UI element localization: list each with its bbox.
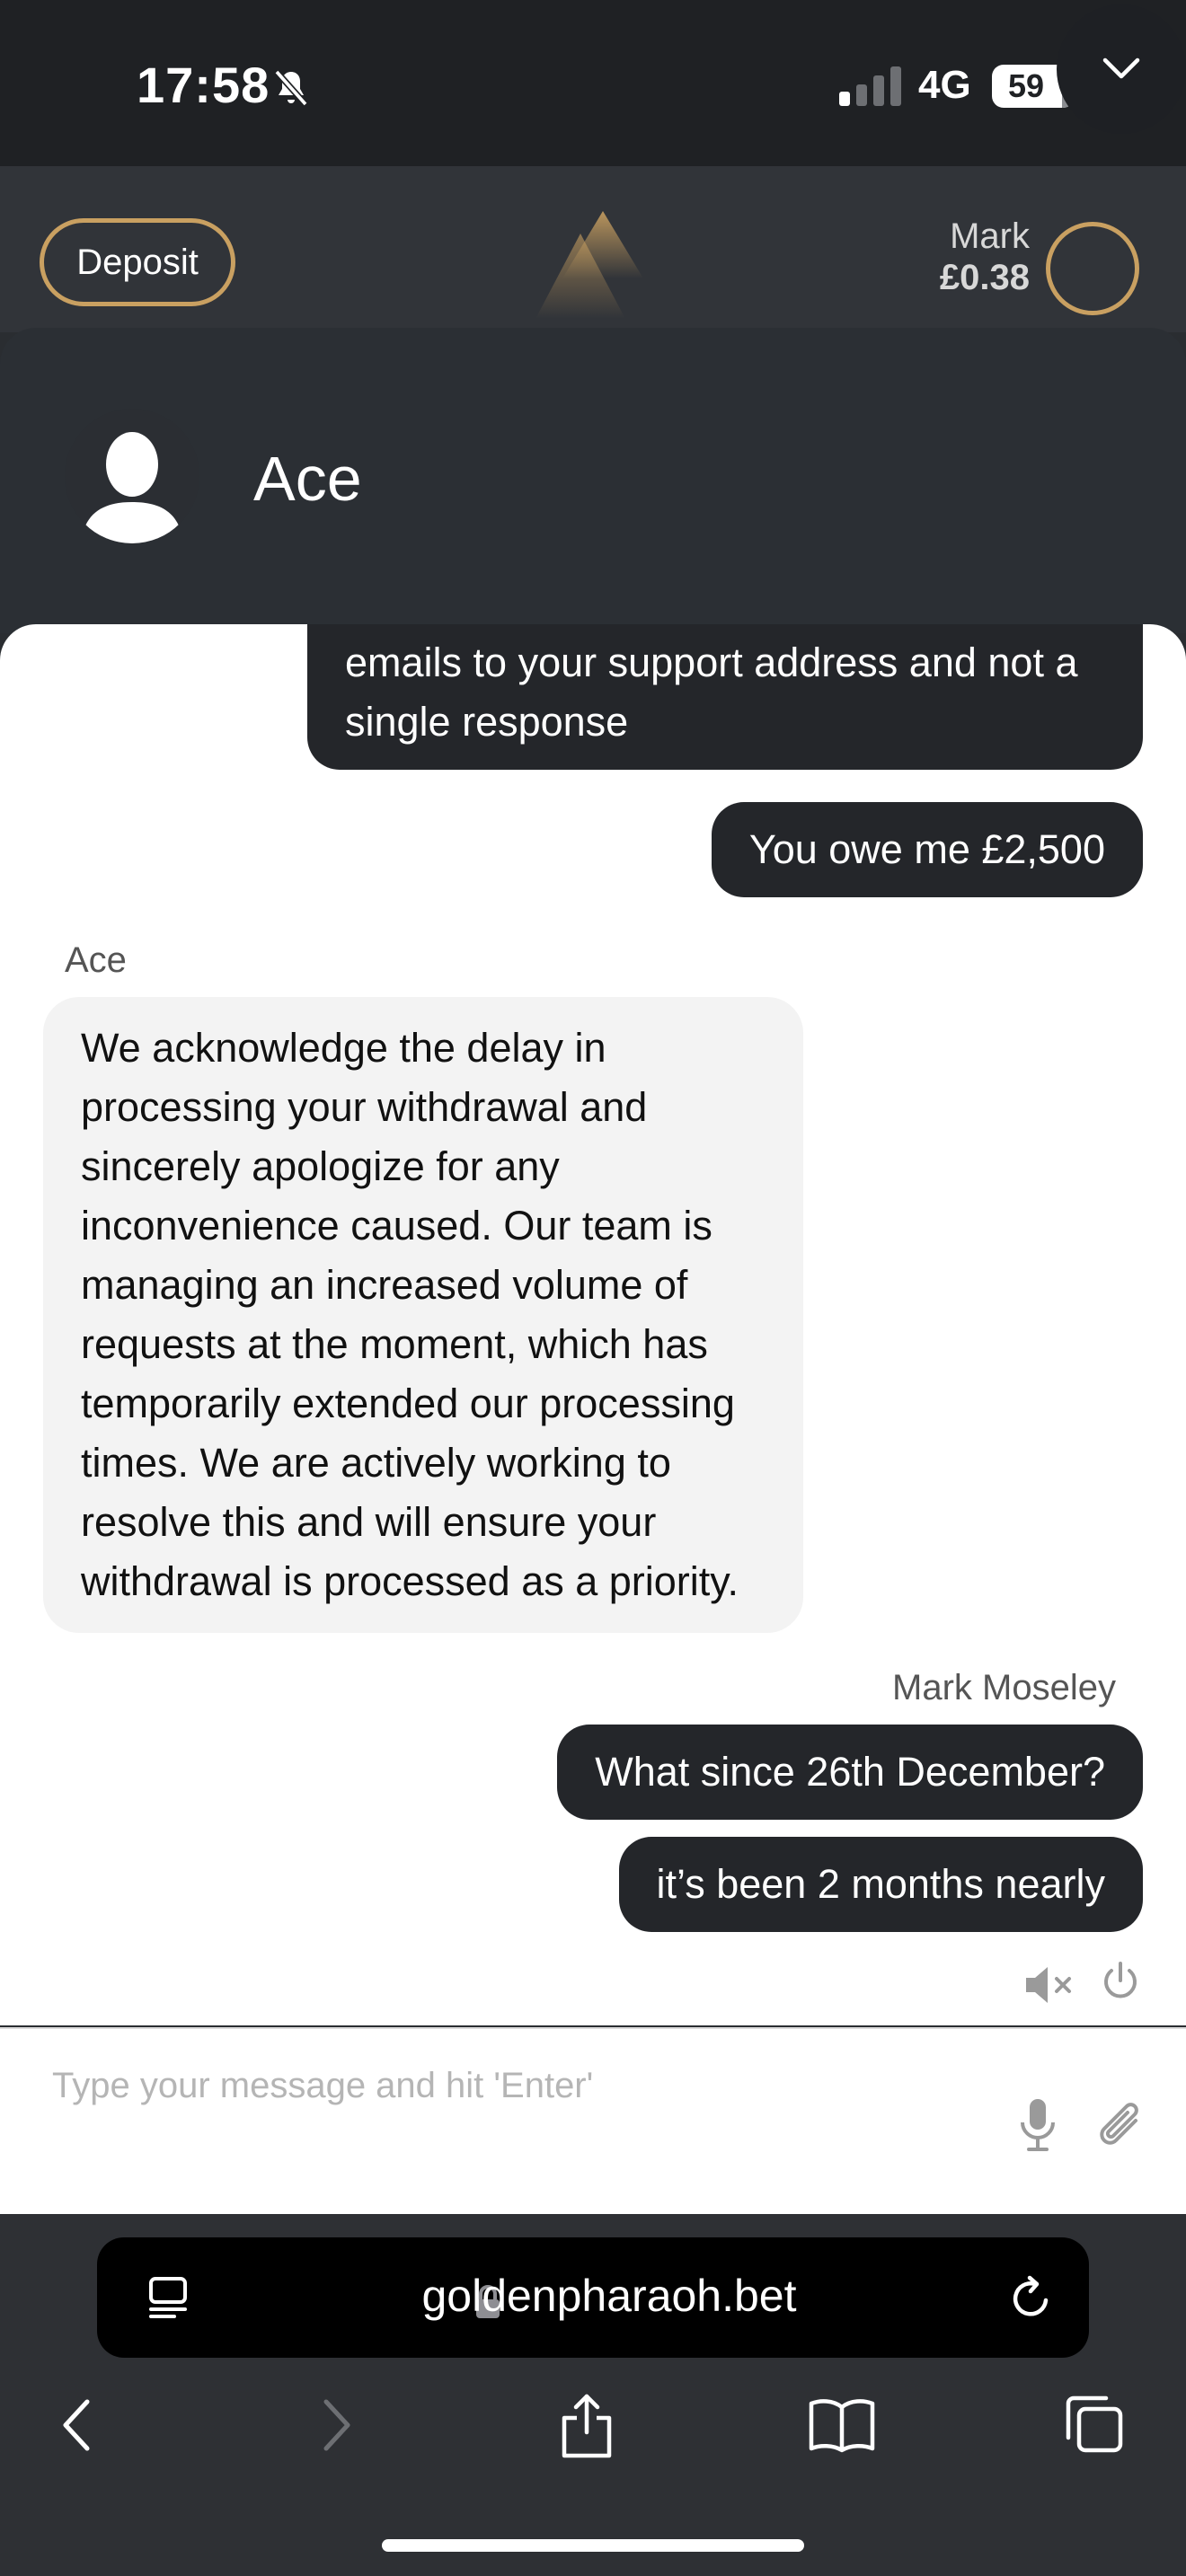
- forward-button[interactable]: [296, 2385, 377, 2466]
- message-bubble-user: it’s been 2 months nearly: [618, 1837, 1143, 1932]
- address-bar[interactable]: goldenpharaoh.bet: [97, 2237, 1089, 2358]
- message-input[interactable]: [52, 2054, 987, 2117]
- home-indicator[interactable]: [382, 2539, 804, 2552]
- url-text: goldenpharaoh.bet: [421, 2271, 797, 2321]
- message-sender: Ace: [65, 940, 127, 980]
- menu-button[interactable]: [1046, 222, 1139, 315]
- battery-level: 59: [1007, 67, 1045, 104]
- book-icon: [809, 2399, 875, 2453]
- site-logo: [535, 211, 643, 319]
- agent-avatar: [65, 409, 199, 543]
- chat-messages[interactable]: emails to your support address and not a…: [0, 624, 1186, 2025]
- chevron-right-icon: [323, 2399, 350, 2451]
- minimize-chat-button[interactable]: [1057, 4, 1186, 134]
- message-bubble-user: emails to your support address and not a…: [307, 624, 1143, 770]
- end-chat-icon[interactable]: [1098, 1959, 1143, 2004]
- message-bubble-user: You owe me £2,500: [711, 802, 1143, 897]
- message-sender: Mark Moseley: [892, 1668, 1116, 1707]
- bell-muted-icon: [274, 69, 308, 107]
- chat-header: Ace: [0, 328, 1186, 633]
- site-header: Deposit Mark £0.38: [0, 166, 1186, 332]
- message-composer: [0, 2027, 1186, 2214]
- share-button[interactable]: [546, 2385, 627, 2466]
- share-icon: [562, 2394, 612, 2458]
- user-silhouette-icon: [81, 432, 183, 543]
- reload-icon[interactable]: [1006, 2273, 1057, 2324]
- message-bubble-agent: We acknowledge the delay in processing y…: [43, 997, 803, 1633]
- status-time: 17:58: [137, 57, 270, 113]
- status-bar: 17:58 4G 59: [0, 0, 1186, 166]
- chevron-down-icon: [1102, 57, 1140, 79]
- back-button[interactable]: [36, 2385, 117, 2466]
- tabs-icon: [1066, 2395, 1123, 2453]
- network-type: 4G: [918, 63, 971, 107]
- message-bubble-user: What since 26th December?: [557, 1725, 1143, 1820]
- deposit-button[interactable]: Deposit: [40, 218, 235, 306]
- mute-sound-icon[interactable]: [1022, 1963, 1078, 2007]
- tabs-button[interactable]: [1053, 2385, 1134, 2466]
- microphone-icon[interactable]: [1017, 2095, 1058, 2155]
- browser-toolbar: goldenpharaoh.bet: [0, 2214, 1186, 2576]
- agent-name: Ace: [253, 444, 362, 514]
- chevron-left-icon: [63, 2399, 90, 2451]
- attachment-icon[interactable]: [1094, 2095, 1150, 2155]
- signal-icon: [839, 66, 901, 106]
- user-name: Mark: [950, 216, 1030, 256]
- bookmarks-button[interactable]: [801, 2385, 882, 2466]
- user-balance: £0.38: [939, 258, 1030, 297]
